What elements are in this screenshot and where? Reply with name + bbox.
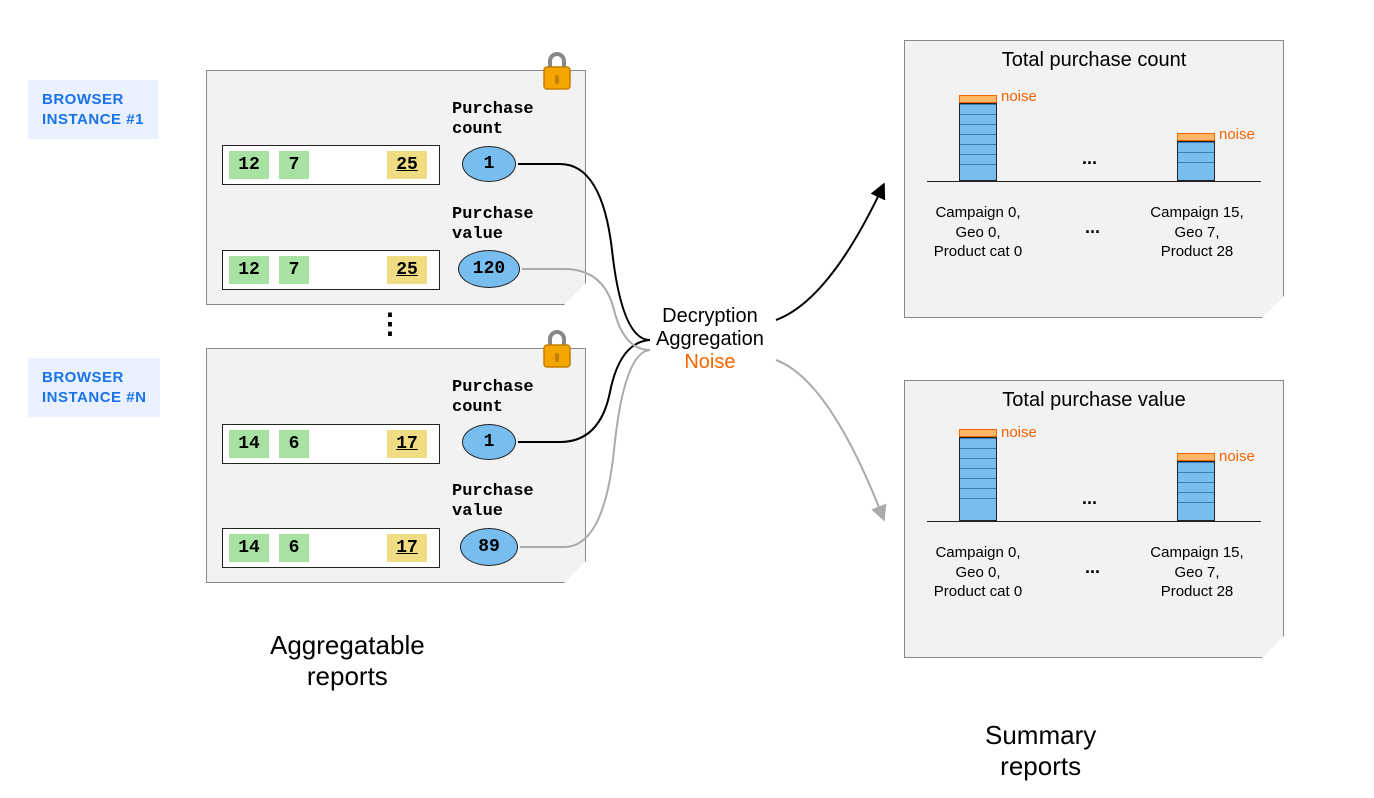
metric-value-oval: 89 [460,528,518,566]
lock-icon [538,49,576,93]
process-line: Decryption [656,305,764,328]
data-segment [959,437,997,521]
data-segment [959,103,997,181]
summary-bar [1177,133,1215,181]
noise-segment [1177,453,1215,461]
metric-value-oval: 120 [458,250,520,288]
bar-caption: Campaign 15, Geo 7, Product 28 [1119,543,1275,602]
key-chip: 7 [279,256,309,284]
ellipsis-icon: ... [1085,217,1100,238]
process-line-noise: Noise [656,351,764,374]
noise-label: noise [1001,424,1037,441]
metric-value: 1 [484,154,495,174]
metric-value-oval: 1 [462,424,516,460]
noise-segment [959,429,997,437]
key-chip: 17 [387,534,427,562]
summary-bar [1177,453,1215,521]
key-chip: 25 [387,151,427,179]
metric-label: Purchase value [452,482,534,521]
metric-label: Purchase value [452,205,534,244]
key-chip: 12 [229,256,269,284]
data-segment [1177,461,1215,521]
summary-report-count: Total purchase count noise noise ... Cam… [904,40,1284,318]
browser-tag-1: BROWSER INSTANCE #1 [28,80,158,139]
summary-chart-count: noise noise ... [927,86,1261,182]
key-chip: 17 [387,430,427,458]
noise-label: noise [1219,126,1255,143]
metric-label: Purchase count [452,378,534,417]
summary-bar [959,429,997,521]
report-1-key-row-1: 12 7 25 [222,145,440,185]
metric-value-oval: 1 [462,146,516,182]
key-chip: 6 [279,430,309,458]
key-chip: 25 [387,256,427,284]
process-labels: Decryption Aggregation Noise [656,305,764,374]
bar-caption: Campaign 15, Geo 7, Product 28 [1119,203,1275,262]
key-chip: 12 [229,151,269,179]
noise-segment [1177,133,1215,141]
lock-icon [538,327,576,371]
key-chip: 14 [229,534,269,562]
left-caption: Aggregatable reports [270,630,425,692]
right-caption: Summary reports [985,720,1096,782]
metric-label: Purchase count [452,100,534,139]
key-chip: 14 [229,430,269,458]
summary-title: Total purchase count [905,49,1283,72]
metric-value: 120 [473,259,505,279]
report-1-key-row-2: 12 7 25 [222,250,440,290]
bar-caption: Campaign 0, Geo 0, Product cat 0 [905,203,1051,262]
summary-chart-value: noise noise ... [927,426,1261,522]
data-segment [1177,141,1215,181]
noise-label: noise [1001,88,1037,105]
report-n-key-row-2: 14 6 17 [222,528,440,568]
browser-tag-n: BROWSER INSTANCE #N [28,358,160,417]
metric-value: 1 [484,432,495,452]
ellipsis-vertical-icon: ⋮ [376,318,404,329]
noise-segment [959,95,997,103]
ellipsis-icon: ... [1082,148,1097,169]
key-chip: 7 [279,151,309,179]
bar-caption: Campaign 0, Geo 0, Product cat 0 [905,543,1051,602]
summary-bar [959,95,997,181]
noise-label: noise [1219,448,1255,465]
process-line: Aggregation [656,328,764,351]
summary-title: Total purchase value [905,389,1283,412]
key-chip: 6 [279,534,309,562]
metric-value: 89 [478,537,500,557]
report-n-key-row-1: 14 6 17 [222,424,440,464]
summary-report-value: Total purchase value noise noise ... Cam… [904,380,1284,658]
ellipsis-icon: ... [1082,488,1097,509]
ellipsis-icon: ... [1085,557,1100,578]
